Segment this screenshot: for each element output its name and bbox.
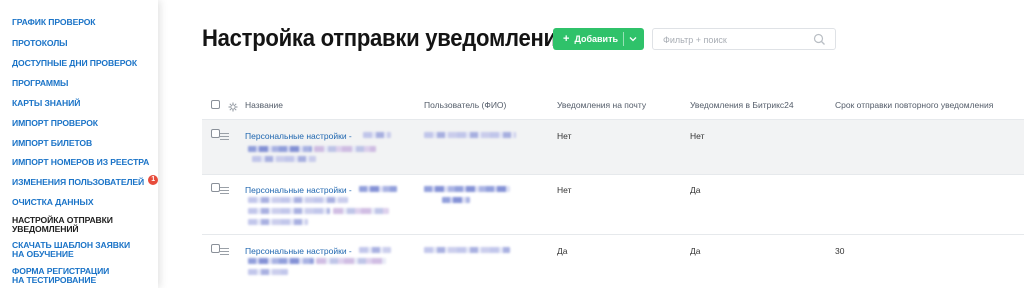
email-notification-value: Нет [557,185,572,195]
search-input[interactable]: Фильтр + поиск [652,28,836,50]
bitrix-notification-value: Да [690,246,701,256]
redacted-text [359,186,397,192]
table-row[interactable]: Персональные настройки - Нет Да [202,174,1024,234]
row-checkbox[interactable] [211,183,220,192]
column-header-name[interactable]: Название [245,100,283,110]
sidebar-item-import-tickets[interactable]: ИМПОРТ БИЛЕТОВ [12,139,152,148]
column-header-bitrix-notifications[interactable]: Уведомления в Битрикс24 [690,100,794,110]
bitrix-notification-value: Нет [690,131,705,141]
redacted-text [359,247,391,253]
drag-handle-icon[interactable] [220,187,229,196]
gear-icon[interactable] [228,99,238,117]
column-header-user[interactable]: Пользователь (ФИО) [424,100,506,110]
sidebar-item-registration-form[interactable]: ФОРМА РЕГИСТРАЦИИ НА ТЕСТИРОВАНИЕ [12,267,122,285]
drag-handle-icon[interactable] [220,133,229,142]
row-name-link[interactable]: Персональные настройки - [245,185,352,195]
page-title: Настройка отправки уведомлений [202,25,571,52]
row-checkbox[interactable] [211,129,220,138]
redacted-text [363,132,391,138]
redacted-text [248,208,330,214]
redacted-user [424,247,510,253]
sidebar-item-available-days[interactable]: ДОСТУПНЫЕ ДНИ ПРОВЕРОК [12,59,152,68]
add-button-label: Добавить [574,34,619,44]
redacted-text [248,146,312,152]
sidebar-item-inspection-schedule[interactable]: ГРАФИК ПРОВЕРОК [12,18,152,27]
table-header: Название Пользователь (ФИО) Уведомления … [202,92,1024,117]
column-header-repeat-term[interactable]: Срок отправки повторного уведомления [835,100,993,110]
redacted-user [442,197,470,203]
sidebar-item-label: ИЗМЕНЕНИЯ ПОЛЬЗОВАТЕЛЕЙ [12,177,145,187]
search-placeholder: Фильтр + поиск [663,35,727,45]
redacted-text [248,258,314,264]
plus-icon: + [563,33,570,45]
column-header-email-notifications[interactable]: Уведомления на почту [557,100,646,110]
sidebar-item-download-template[interactable]: СКАЧАТЬ ШАБЛОН ЗАЯВКИ НА ОБУЧЕНИЕ [12,241,137,259]
search-icon[interactable] [813,33,826,51]
repeat-term-value: 30 [835,246,845,256]
table-row[interactable]: Персональные настройки - Да Да 30 [202,234,1024,288]
redacted-text [252,156,316,162]
email-notification-value: Нет [557,131,572,141]
sidebar-item-notification-settings[interactable]: НАСТРОЙКА ОТПРАВКИ УВЕДОМЛЕНИЙ [12,216,122,234]
redacted-text [314,146,376,152]
select-all-checkbox[interactable] [211,100,220,109]
table-row[interactable]: Персональные настройки - Нет Нет [202,119,1024,174]
row-name-link[interactable]: Персональные настройки - [245,246,352,256]
email-notification-value: Да [557,246,568,256]
bitrix-notification-value: Да [690,185,701,195]
sidebar-item-import-inspections[interactable]: ИМПОРТ ПРОВЕРОК [12,119,152,128]
redacted-text [248,197,348,203]
redacted-text [248,269,288,275]
add-button[interactable]: + Добавить [553,28,644,50]
sidebar-item-programs[interactable]: ПРОГРАММЫ [12,79,152,88]
row-name-link[interactable]: Персональные настройки - [245,131,352,141]
button-divider [623,32,624,46]
sidebar-item-protocols[interactable]: ПРОТОКОЛЫ [12,39,152,48]
redacted-text [316,258,386,264]
sidebar: ГРАФИК ПРОВЕРОК ПРОТОКОЛЫ ДОСТУПНЫЕ ДНИ … [0,0,159,288]
sidebar-item-knowledge-maps[interactable]: КАРТЫ ЗНАНИЙ [12,99,152,108]
redacted-user [424,132,516,138]
row-checkbox[interactable] [211,244,220,253]
sidebar-item-data-cleanup[interactable]: ОЧИСТКА ДАННЫХ [12,198,152,207]
redacted-user [424,186,510,192]
drag-handle-icon[interactable] [220,248,229,257]
chevron-down-icon[interactable] [626,32,640,46]
main-content: Настройка отправки уведомлений + Добавит… [158,0,1024,288]
notification-badge: 1 [148,175,159,185]
redacted-text [248,219,308,225]
redacted-text [333,208,389,214]
sidebar-item-user-changes[interactable]: ИЗМЕНЕНИЯ ПОЛЬЗОВАТЕЛЕЙ 1 [12,175,159,188]
sidebar-item-import-registry-numbers[interactable]: ИМПОРТ НОМЕРОВ ИЗ РЕЕСТРА [12,158,152,167]
